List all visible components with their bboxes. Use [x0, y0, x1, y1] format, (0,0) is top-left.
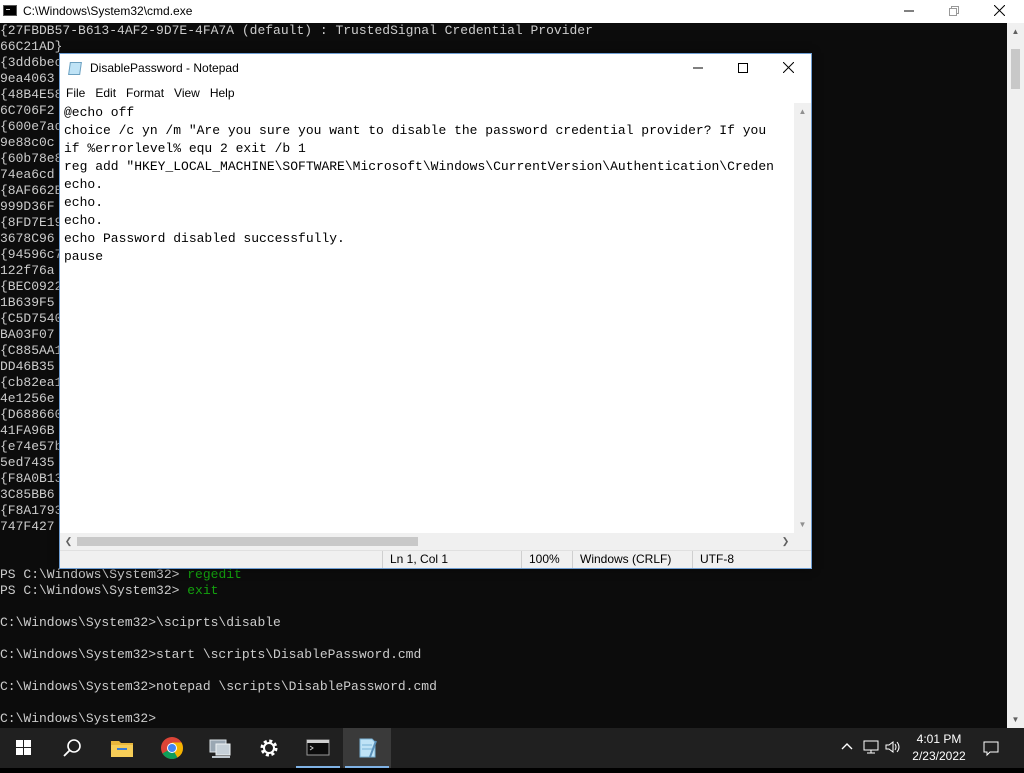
scroll-up-icon[interactable]: ▲: [1007, 23, 1024, 40]
show-hidden-icons-chevron-icon[interactable]: [838, 739, 856, 757]
notepad-text-area[interactable]: @echo off choice /c yn /m "Are you sure y…: [60, 103, 794, 533]
restore-icon: [949, 6, 959, 16]
cmd-prompt-text: C:\Windows\System32>: [0, 711, 157, 726]
cmd-prompt-text: C:\Windows\System32>start \scripts\Disab…: [0, 647, 422, 662]
cmd-prompt-line: PS C:\Windows\System32> regedit: [0, 567, 437, 583]
notepad-window-title: DisablePassword - Notepad: [90, 61, 239, 75]
search-icon: [63, 739, 81, 757]
clock-date[interactable]: 2/23/2022: [907, 749, 971, 763]
cmd-output-line: {27FBDB57-B613-4AF2-9D7E-4FA7A (default)…: [0, 23, 593, 38]
status-position: Ln 1, Col 1: [382, 551, 448, 568]
status-line-ending: Windows (CRLF): [572, 551, 671, 568]
scroll-down-icon[interactable]: ▼: [794, 516, 811, 533]
notepad-taskbar-button[interactable]: [343, 728, 391, 768]
close-button[interactable]: [976, 0, 1022, 23]
cmd-taskbar-button[interactable]: [294, 728, 342, 768]
cmd-prompt-line: PS C:\Windows\System32> exit: [0, 583, 437, 599]
cmd-prompt-line: C:\Windows\System32>start \scripts\Disab…: [0, 647, 437, 663]
cmd-prompt-line: [0, 631, 437, 647]
chrome-icon: [161, 737, 183, 759]
cmd-prompt-text: PS C:\Windows\System32>: [0, 567, 188, 582]
menu-view[interactable]: View: [169, 83, 205, 103]
notepad-close-button[interactable]: [765, 57, 811, 80]
cmd-prompt-line: C:\Windows\System32>: [0, 711, 437, 727]
minimize-icon: [693, 67, 703, 69]
cmd-prompt-line: [0, 663, 437, 679]
cmd-prompt-text: C:\Windows\System32>notepad \scripts\Dis…: [0, 679, 437, 694]
windows-logo-icon: [16, 740, 31, 755]
notepad-text-line: @echo off: [64, 105, 135, 120]
cmd-command-text: regedit: [187, 567, 242, 582]
taskbar: 4:01 PM 2/23/2022: [0, 728, 1024, 768]
cmd-scrollbar[interactable]: ▲ ▼: [1007, 23, 1024, 728]
restore-button[interactable]: [931, 0, 977, 23]
gear-icon: [260, 739, 278, 757]
scroll-thumb[interactable]: [77, 537, 418, 546]
maximize-icon: [738, 63, 748, 73]
scrollbar-corner: [794, 533, 811, 550]
volume-icon[interactable]: [884, 739, 902, 757]
scroll-right-icon[interactable]: ❯: [777, 533, 794, 550]
scroll-down-icon[interactable]: ▼: [1007, 711, 1024, 728]
notepad-menubar: File Edit Format View Help: [60, 83, 811, 103]
file-explorer-button[interactable]: [98, 728, 146, 768]
notepad-text-line: echo Password disabled successfully.: [64, 231, 345, 246]
chrome-button[interactable]: [148, 728, 196, 768]
scroll-left-icon[interactable]: ❮: [60, 533, 77, 550]
network-app-button[interactable]: [196, 728, 244, 768]
notepad-titlebar[interactable]: DisablePassword - Notepad: [60, 54, 811, 83]
scroll-up-icon[interactable]: ▲: [794, 103, 811, 120]
notepad-text-line: pause: [64, 249, 104, 264]
cmd-icon: [3, 5, 17, 16]
notifications-icon[interactable]: [982, 739, 1000, 757]
cmd-titlebar[interactable]: C:\Windows\System32\cmd.exe: [0, 0, 1024, 23]
cmd-command-text: exit: [187, 583, 219, 598]
notepad-text-line: echo.: [64, 177, 104, 192]
status-encoding: UTF-8: [692, 551, 734, 568]
menu-edit[interactable]: Edit: [90, 83, 121, 103]
notepad-text-line: if %errorlevel% equ 2 exit /b 1: [64, 141, 306, 156]
menu-format[interactable]: Format: [121, 83, 169, 103]
minimize-icon: [904, 10, 914, 12]
notepad-text-line: choice /c yn /m "Are you sure you want t…: [64, 123, 767, 138]
menu-file[interactable]: File: [60, 83, 90, 103]
start-button[interactable]: [0, 728, 48, 768]
cmd-prompt-text: PS C:\Windows\System32>: [0, 583, 188, 598]
notepad-statusbar: Ln 1, Col 1 100% Windows (CRLF) UTF-8: [60, 550, 811, 568]
notepad-maximize-button[interactable]: [720, 57, 766, 80]
folder-icon: [111, 741, 133, 757]
notepad-icon: [359, 738, 377, 758]
computer-network-icon: [209, 739, 231, 758]
notepad-minimize-button[interactable]: [675, 57, 721, 80]
cmd-prompt-history: PS C:\Windows\System32> regedit PS C:\Win…: [0, 567, 437, 727]
notepad-text-line: echo.: [64, 195, 104, 210]
cmd-prompt-line: [0, 599, 437, 615]
settings-button[interactable]: [245, 728, 293, 768]
cmd-prompt-line: C:\Windows\System32>notepad \scripts\Dis…: [0, 679, 437, 695]
cmd-prompt-text: C:\Windows\System32>\sciprts\disable: [0, 615, 281, 630]
notepad-text-line: echo.: [64, 213, 104, 228]
notepad-window[interactable]: DisablePassword - Notepad File Edit Format…: [59, 53, 812, 569]
notepad-text-line: reg add "HKEY_LOCAL_MACHINE\SOFTWARE\Mic…: [64, 159, 774, 174]
terminal-icon: [306, 739, 330, 756]
notepad-horizontal-scrollbar[interactable]: ❮ ❯: [60, 533, 794, 550]
clock-time[interactable]: 4:01 PM: [907, 732, 971, 746]
menu-help[interactable]: Help: [205, 83, 240, 103]
network-icon[interactable]: [862, 739, 880, 757]
minimize-button[interactable]: [886, 0, 932, 23]
status-zoom: 100%: [521, 551, 560, 568]
notepad-vertical-scrollbar[interactable]: ▲ ▼: [794, 103, 811, 533]
close-icon: [782, 61, 794, 74]
cmd-prompt-line: [0, 695, 437, 711]
search-button[interactable]: [48, 728, 96, 768]
close-icon: [993, 4, 1005, 17]
notepad-icon: [68, 62, 82, 75]
cmd-prompt-line: C:\Windows\System32>\sciprts\disable: [0, 615, 437, 631]
cmd-window-title: C:\Windows\System32\cmd.exe: [23, 4, 193, 18]
scroll-thumb[interactable]: [1011, 49, 1020, 89]
